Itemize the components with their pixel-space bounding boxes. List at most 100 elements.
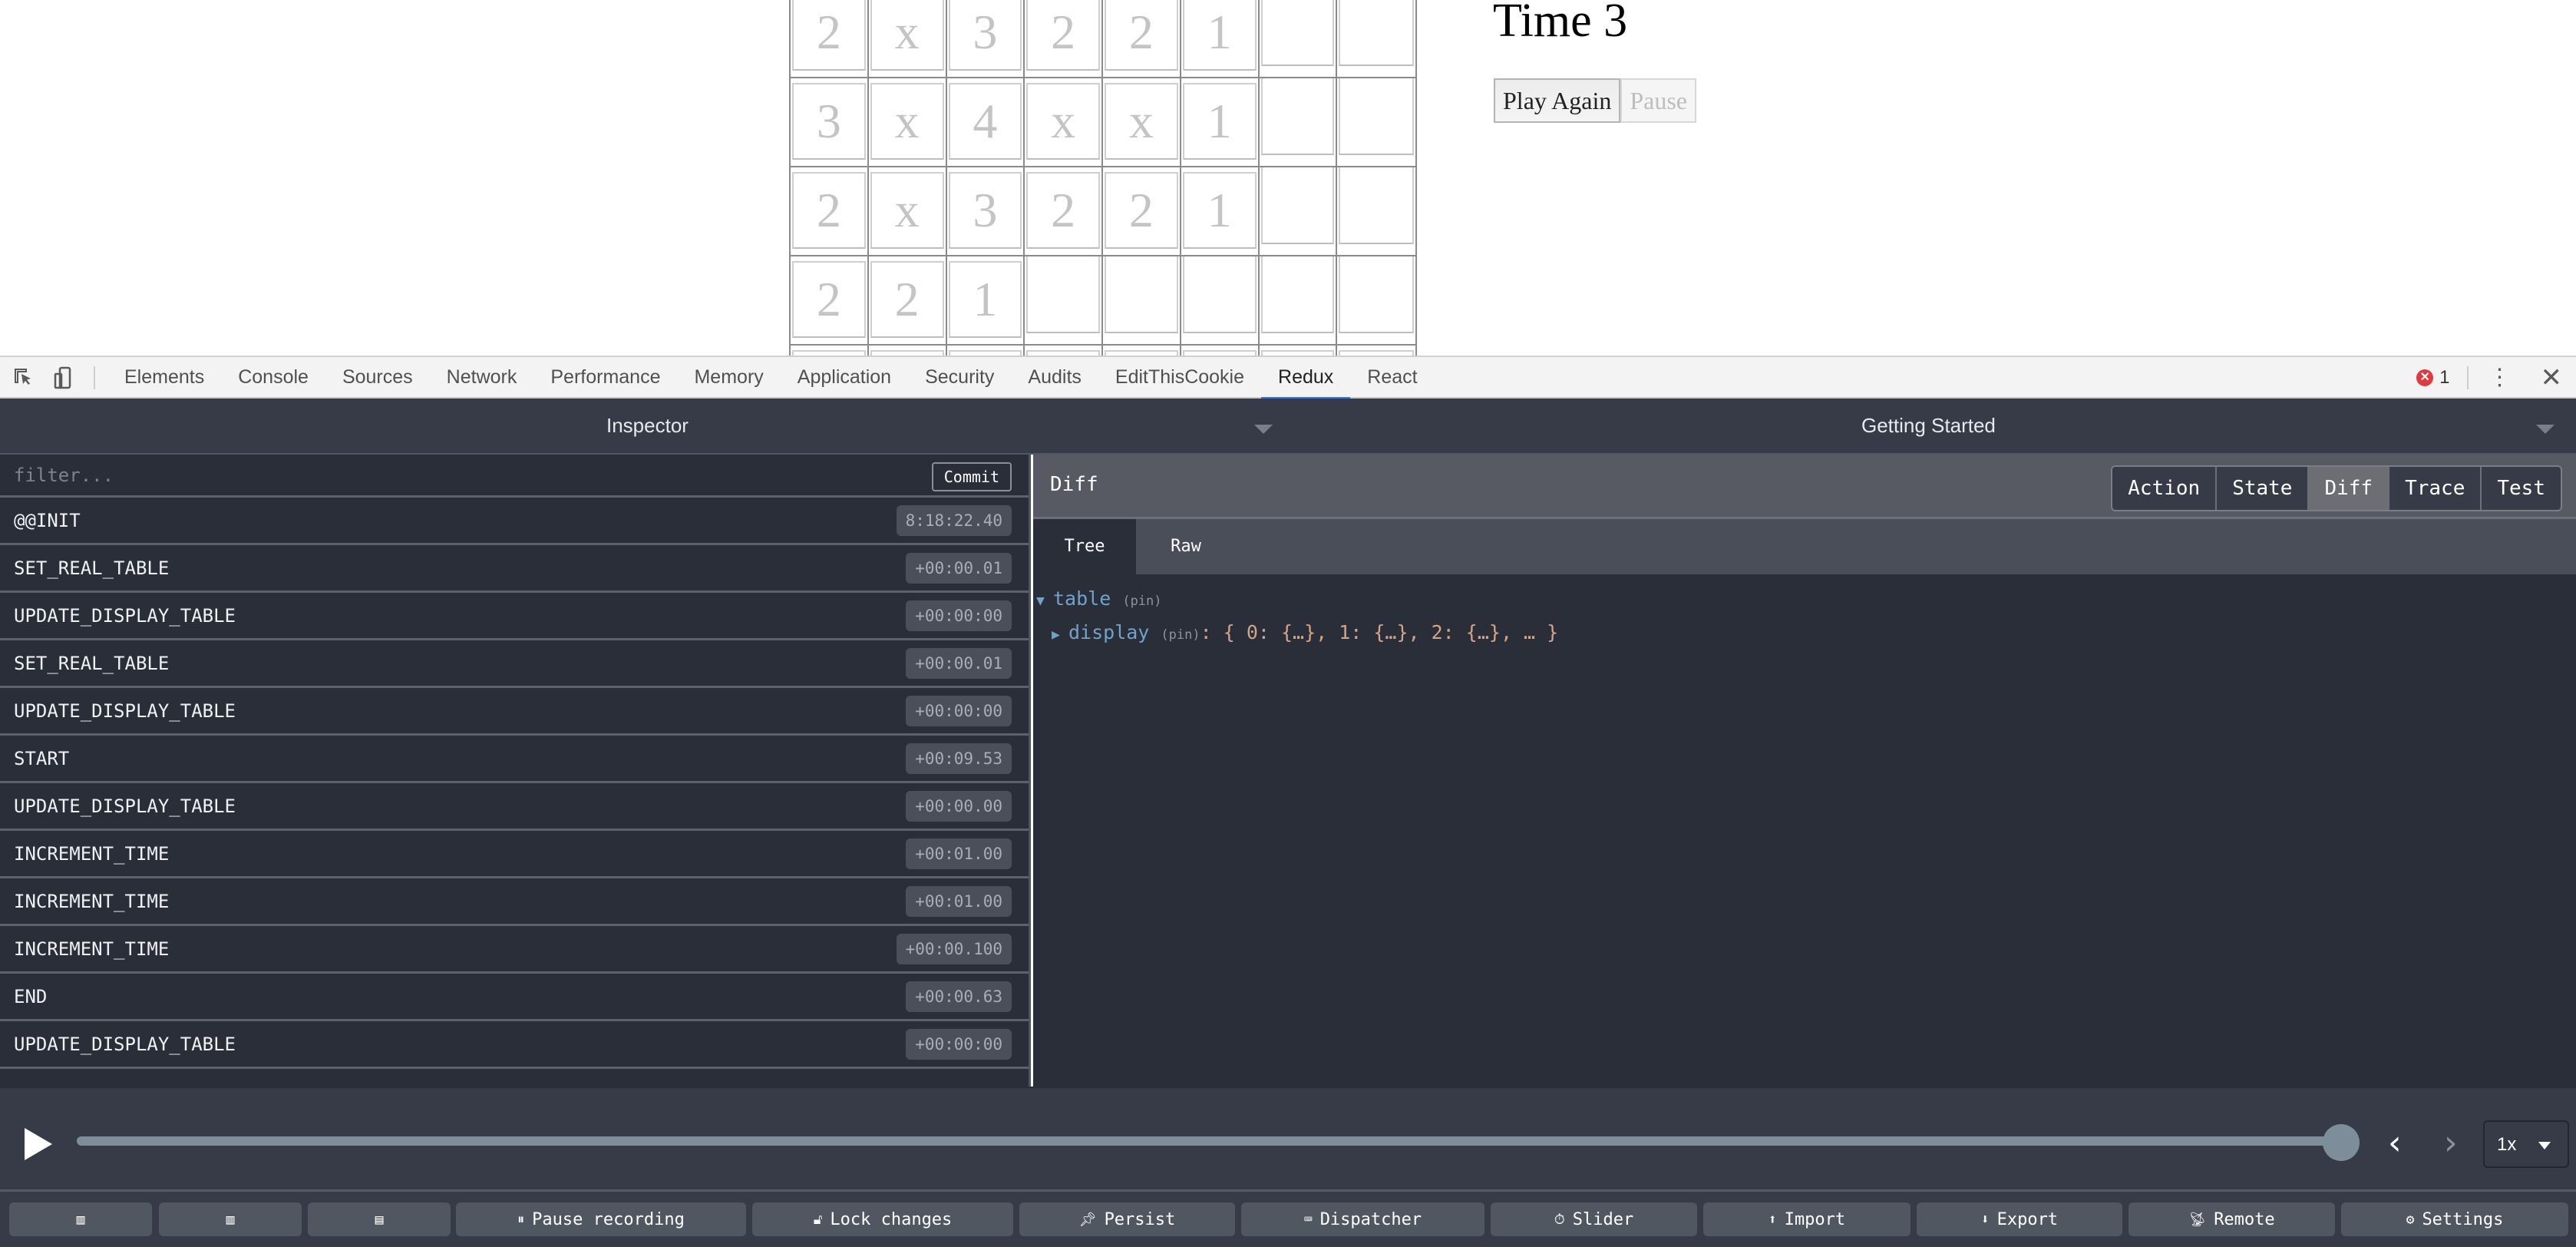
speed-select[interactable]: 1x	[2483, 1120, 2569, 1168]
tree-node-display[interactable]: ▶ display (pin): { 0: {…}, 1: {…}, 2: {…}…	[1033, 616, 2576, 650]
dock-right-button[interactable]: ▥	[159, 1202, 302, 1236]
revealed-cell[interactable]: 2	[1025, 167, 1103, 255]
revealed-cell[interactable]: 1	[1181, 78, 1260, 166]
board-cell[interactable]	[947, 346, 1025, 356]
tab-memory[interactable]: Memory	[677, 357, 780, 399]
revealed-cell[interactable]: 2	[791, 256, 869, 344]
tab-console[interactable]: Console	[221, 357, 325, 399]
revealed-cell[interactable]: 2	[1103, 0, 1181, 77]
tab-sources[interactable]: Sources	[325, 357, 430, 399]
dock-bottom-button[interactable]: ▤	[308, 1202, 451, 1236]
tab-network[interactable]: Network	[430, 357, 534, 399]
tab-redux[interactable]: Redux	[1261, 357, 1351, 400]
unrevealed-cell[interactable]	[1337, 167, 1415, 255]
persist-button[interactable]: 📌︎ Persist	[1019, 1202, 1235, 1236]
error-counter[interactable]: ✕ 1	[2416, 367, 2450, 389]
board-cell[interactable]	[791, 346, 869, 356]
revealed-cell[interactable]: 3	[947, 167, 1025, 255]
collapsed-arrow-icon[interactable]: ▶	[1052, 618, 1068, 652]
pin-link[interactable]: (pin)	[1161, 627, 1200, 643]
tab-audits[interactable]: Audits	[1011, 357, 1098, 399]
revealed-cell[interactable]: x	[869, 78, 947, 166]
expanded-arrow-icon[interactable]: ▼	[1036, 584, 1053, 618]
action-list-item[interactable]: SET_REAL_TABLE +00:00.01	[0, 545, 1029, 593]
view-tab-raw[interactable]: Raw	[1136, 519, 1236, 574]
revealed-cell[interactable]: 2	[1103, 167, 1181, 255]
unrevealed-cell[interactable]	[1337, 256, 1415, 344]
settings-button[interactable]: ⚙ Settings	[2341, 1202, 2568, 1236]
remote-button[interactable]: 📡︎ Remote	[2129, 1202, 2335, 1236]
unrevealed-cell[interactable]	[1181, 256, 1260, 344]
previous-action-icon[interactable]: ‹	[2388, 1123, 2402, 1163]
device-toolbar-icon[interactable]	[52, 366, 75, 389]
slider-thumb[interactable]	[2323, 1124, 2360, 1161]
filter-input[interactable]	[0, 455, 921, 495]
tree-node-table[interactable]: ▼ table (pin)	[1033, 582, 2576, 616]
action-list-item[interactable]: UPDATE_DISPLAY_TABLE +00:00:00	[0, 1021, 1029, 1069]
action-list-item[interactable]: START +00:09.53	[0, 736, 1029, 783]
revealed-cell[interactable]: 4	[947, 78, 1025, 166]
unrevealed-cell[interactable]	[1260, 78, 1338, 166]
commit-button[interactable]: Commit	[931, 462, 1012, 491]
revealed-cell[interactable]: 2	[1025, 0, 1103, 77]
chevron-down-icon[interactable]	[2536, 425, 2555, 434]
unrevealed-cell[interactable]	[1337, 0, 1415, 77]
revealed-cell[interactable]: 1	[1181, 167, 1260, 255]
tab-performance[interactable]: Performance	[533, 357, 677, 399]
unrevealed-cell[interactable]	[1260, 167, 1338, 255]
slider-button[interactable]: ⏱ Slider	[1491, 1202, 1697, 1236]
mode-tab-diff[interactable]: Diff	[2309, 467, 2390, 510]
export-button[interactable]: ⬇ Export	[1917, 1202, 2122, 1236]
action-list-item[interactable]: UPDATE_DISPLAY_TABLE +00:00:00	[0, 688, 1029, 736]
action-list-item[interactable]: END +00:00.63	[0, 974, 1029, 1021]
revealed-cell[interactable]: 3	[791, 78, 869, 166]
tab-security[interactable]: Security	[908, 357, 1011, 399]
tab-elements[interactable]: Elements	[107, 357, 221, 399]
unrevealed-cell[interactable]	[1103, 256, 1181, 344]
unrevealed-cell[interactable]	[1337, 78, 1415, 166]
revealed-cell[interactable]: x	[869, 0, 947, 77]
board-cell[interactable]	[1181, 346, 1260, 356]
tab-editthiscookie[interactable]: EditThisCookie	[1098, 357, 1261, 399]
pin-link[interactable]: (pin)	[1122, 594, 1161, 609]
revealed-cell[interactable]: 1	[947, 256, 1025, 344]
action-list-item[interactable]: SET_REAL_TABLE +00:00.01	[0, 640, 1029, 688]
revealed-cell[interactable]: 1	[1181, 0, 1260, 77]
revealed-cell[interactable]: 2	[791, 0, 869, 77]
tab-application[interactable]: Application	[781, 357, 908, 399]
mode-tab-test[interactable]: Test	[2482, 467, 2561, 510]
action-list-item[interactable]: INCREMENT_TIME +00:01.00	[0, 831, 1029, 878]
board-cell[interactable]	[869, 346, 947, 356]
revealed-cell[interactable]: 2	[791, 167, 869, 255]
revealed-cell[interactable]: x	[869, 167, 947, 255]
view-tab-tree[interactable]: Tree	[1033, 519, 1136, 574]
action-list-item[interactable]: UPDATE_DISPLAY_TABLE +00:00:00	[0, 593, 1029, 640]
kebab-menu-icon[interactable]: ⋮	[2488, 366, 2512, 389]
revealed-cell[interactable]: x	[1103, 78, 1181, 166]
mode-tab-trace[interactable]: Trace	[2389, 467, 2482, 510]
board-cell[interactable]	[1260, 346, 1338, 356]
dock-left-button[interactable]: ▥	[9, 1202, 152, 1236]
board-cell[interactable]	[1103, 346, 1181, 356]
mode-tab-state[interactable]: State	[2217, 467, 2310, 510]
unrevealed-cell[interactable]	[1025, 256, 1103, 344]
lock-changes-button[interactable]: 🔓︎ Lock changes	[752, 1202, 1013, 1236]
pause-button[interactable]: Pause	[1620, 78, 1696, 123]
action-list-item[interactable]: @@INIT 8:18:22.40	[0, 498, 1029, 545]
monitor-select-inspector[interactable]: Inspector	[606, 414, 689, 438]
board-cell[interactable]	[1337, 346, 1415, 356]
tab-react[interactable]: React	[1350, 357, 1434, 399]
instance-select[interactable]: Getting Started	[1861, 414, 1996, 438]
dispatcher-button[interactable]: ⌨ Dispatcher	[1241, 1202, 1485, 1236]
inspect-element-icon[interactable]	[12, 366, 35, 389]
unrevealed-cell[interactable]	[1260, 256, 1338, 344]
pause-recording-button[interactable]: ⏸ Pause recording	[456, 1202, 746, 1236]
play-again-button[interactable]: Play Again	[1494, 78, 1621, 123]
slider-track[interactable]	[77, 1136, 2341, 1146]
mode-tab-action[interactable]: Action	[2112, 467, 2218, 510]
import-button[interactable]: ⬆ Import	[1703, 1202, 1911, 1236]
action-list-item[interactable]: UPDATE_DISPLAY_TABLE +00:00.00	[0, 783, 1029, 831]
revealed-cell[interactable]: 3	[947, 0, 1025, 77]
revealed-cell[interactable]: x	[1025, 78, 1103, 166]
play-icon[interactable]	[25, 1128, 52, 1160]
